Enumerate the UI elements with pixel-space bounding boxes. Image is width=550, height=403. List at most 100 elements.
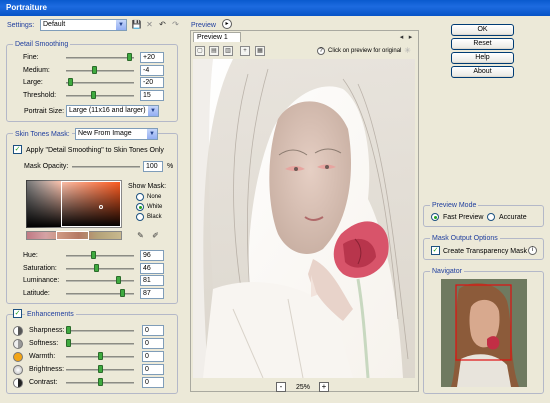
enhancements-checkbox[interactable]: ✓ xyxy=(13,309,22,318)
skin-tone-input[interactable]: 46 xyxy=(140,262,164,274)
mask-opacity-input[interactable]: 100 xyxy=(143,161,163,172)
detail-smoothing-slider[interactable] xyxy=(66,57,134,59)
skin-tone-slider-thumb[interactable] xyxy=(120,288,126,297)
delete-icon[interactable]: ✕ xyxy=(144,19,155,30)
enhancement-label: Brightness: xyxy=(29,366,65,373)
save-icon[interactable]: 💾 xyxy=(131,19,142,30)
preview-label: Preview xyxy=(191,22,216,29)
skin-tones-mode-select[interactable]: New From Image ▼ xyxy=(75,128,158,140)
zoom-out-button[interactable]: - xyxy=(276,382,286,392)
enhancement-input[interactable]: 0 xyxy=(142,377,164,388)
enhancement-slider-thumb[interactable] xyxy=(97,378,103,386)
settings-select[interactable]: Default ▼ xyxy=(40,19,127,31)
show-mask-black-radio[interactable] xyxy=(136,213,144,221)
skin-tone-label: Hue: xyxy=(23,252,38,259)
enhancement-slider[interactable] xyxy=(66,330,134,332)
detail-smoothing-input[interactable]: -20 xyxy=(140,77,164,88)
skin-tone-input[interactable]: 96 xyxy=(140,250,164,261)
zoom-in-label: + xyxy=(321,382,327,391)
help-circle-icon: ? xyxy=(317,47,325,55)
split-vertical-icon[interactable]: ▥ xyxy=(223,46,233,56)
skin-tone-input[interactable]: 81 xyxy=(140,275,164,286)
skin-tone-slider[interactable] xyxy=(66,267,134,270)
enhancements-title: Enhancements xyxy=(25,310,76,319)
enhancement-slider-thumb[interactable] xyxy=(66,339,71,347)
chevron-down-icon: ▼ xyxy=(116,20,126,30)
enhancement-slider-thumb[interactable] xyxy=(97,365,103,373)
skin-tone-label: Luminance: xyxy=(23,277,60,284)
skin-tone-slider[interactable] xyxy=(66,280,134,282)
color-selection-box[interactable] xyxy=(61,181,121,227)
accurate-radio[interactable] xyxy=(487,213,495,221)
ok-label: OK xyxy=(477,26,488,33)
skin-tone-slider-thumb[interactable] xyxy=(116,276,122,284)
chevron-down-icon: ▼ xyxy=(147,129,157,139)
detail-smoothing-slider-thumb[interactable] xyxy=(91,90,97,99)
detail-smoothing-input[interactable]: 15 xyxy=(140,89,164,101)
detail-smoothing-slider-thumb[interactable] xyxy=(92,65,98,74)
skin-tone-slider-thumb[interactable] xyxy=(91,251,97,259)
zoom-in-button[interactable]: + xyxy=(319,382,329,392)
detail-smoothing-input[interactable]: -4 xyxy=(140,64,164,76)
window-title: Portraiture xyxy=(6,3,47,12)
enhancement-slider-thumb[interactable] xyxy=(66,326,71,334)
show-mask-white-radio[interactable] xyxy=(136,203,144,211)
portrait-size-value: Large (11x16 and larger) xyxy=(69,107,146,114)
split-horizontal-icon[interactable]: ▤ xyxy=(209,46,219,56)
color-picker-cursor[interactable] xyxy=(99,205,103,209)
info-icon[interactable]: i xyxy=(528,246,537,255)
new-preview-icon[interactable]: + xyxy=(240,46,250,56)
detail-smoothing-slider-thumb[interactable] xyxy=(67,78,73,86)
undo-icon[interactable]: ↶ xyxy=(157,19,168,30)
accurate-label: Accurate xyxy=(499,214,527,221)
eyedropper-icon[interactable]: ✎ xyxy=(135,230,146,241)
help-button[interactable]: Help xyxy=(451,52,514,64)
single-view-icon[interactable]: ▢ xyxy=(195,46,205,56)
enhancement-input[interactable]: 0 xyxy=(142,338,164,349)
preview-menu-icon[interactable]: ▸ xyxy=(222,19,232,29)
eyedropper-minus-icon[interactable]: ✐ xyxy=(150,230,161,241)
detail-smoothing-slider[interactable] xyxy=(66,94,134,97)
tab-preview-1[interactable]: Preview 1 xyxy=(193,32,241,42)
brightness-icon xyxy=(13,365,23,375)
create-transparency-checkbox[interactable]: ✓ xyxy=(431,246,440,255)
portrait-size-select[interactable]: Large (11x16 and larger) ▼ xyxy=(66,105,159,117)
reset-button[interactable]: Reset xyxy=(451,38,514,50)
detail-smoothing-slider[interactable] xyxy=(66,82,134,84)
ok-button[interactable]: OK xyxy=(451,24,514,36)
enhancement-input[interactable]: 0 xyxy=(142,364,164,375)
sharpness-icon xyxy=(13,326,23,336)
tab-preview-1-label: Preview 1 xyxy=(197,34,228,41)
detail-smoothing-slider-thumb[interactable] xyxy=(127,53,133,61)
preview-image[interactable] xyxy=(193,59,415,378)
about-button[interactable]: About xyxy=(451,66,514,78)
enhancement-input[interactable]: 0 xyxy=(142,351,164,362)
hue-strip-selector[interactable] xyxy=(56,231,89,240)
contrast-icon xyxy=(13,378,23,388)
fast-preview-radio[interactable] xyxy=(431,213,439,221)
redo-icon[interactable]: ↷ xyxy=(170,19,181,30)
apply-skin-only-label: Apply "Detail Smoothing" to Skin Tones O… xyxy=(26,147,164,154)
tab-scroll-right-icon[interactable]: ▸ xyxy=(405,32,416,43)
chevron-down-icon: ▼ xyxy=(148,106,158,116)
enhancement-slider-thumb[interactable] xyxy=(97,352,103,360)
zoom-level: 25% xyxy=(296,384,311,391)
navigator-title: Navigator xyxy=(430,267,464,276)
skin-tone-input[interactable]: 87 xyxy=(140,287,164,299)
zoom-out-label: - xyxy=(279,382,283,391)
navigator-thumbnail[interactable] xyxy=(441,279,527,387)
enhancement-label: Warmth: xyxy=(29,353,56,360)
apply-skin-only-checkbox[interactable]: ✓ xyxy=(13,145,22,154)
detail-smoothing-input[interactable]: +20 xyxy=(140,52,164,63)
show-mask-white-label: White xyxy=(147,204,163,210)
show-mask-none-radio[interactable] xyxy=(136,193,144,201)
enhancement-input[interactable]: 0 xyxy=(142,325,164,336)
enhancement-slider[interactable] xyxy=(66,343,134,345)
mask-opacity-slider[interactable] xyxy=(72,166,140,168)
skin-tone-slider-thumb[interactable] xyxy=(94,263,100,272)
detail-smoothing-slider[interactable] xyxy=(66,69,134,72)
detail-smoothing-label: Threshold: xyxy=(23,91,57,99)
skin-tone-slider[interactable] xyxy=(66,255,134,257)
create-transparency-label: Create Transparency Mask xyxy=(443,248,528,255)
multi-preview-icon[interactable]: ▦ xyxy=(255,46,265,56)
